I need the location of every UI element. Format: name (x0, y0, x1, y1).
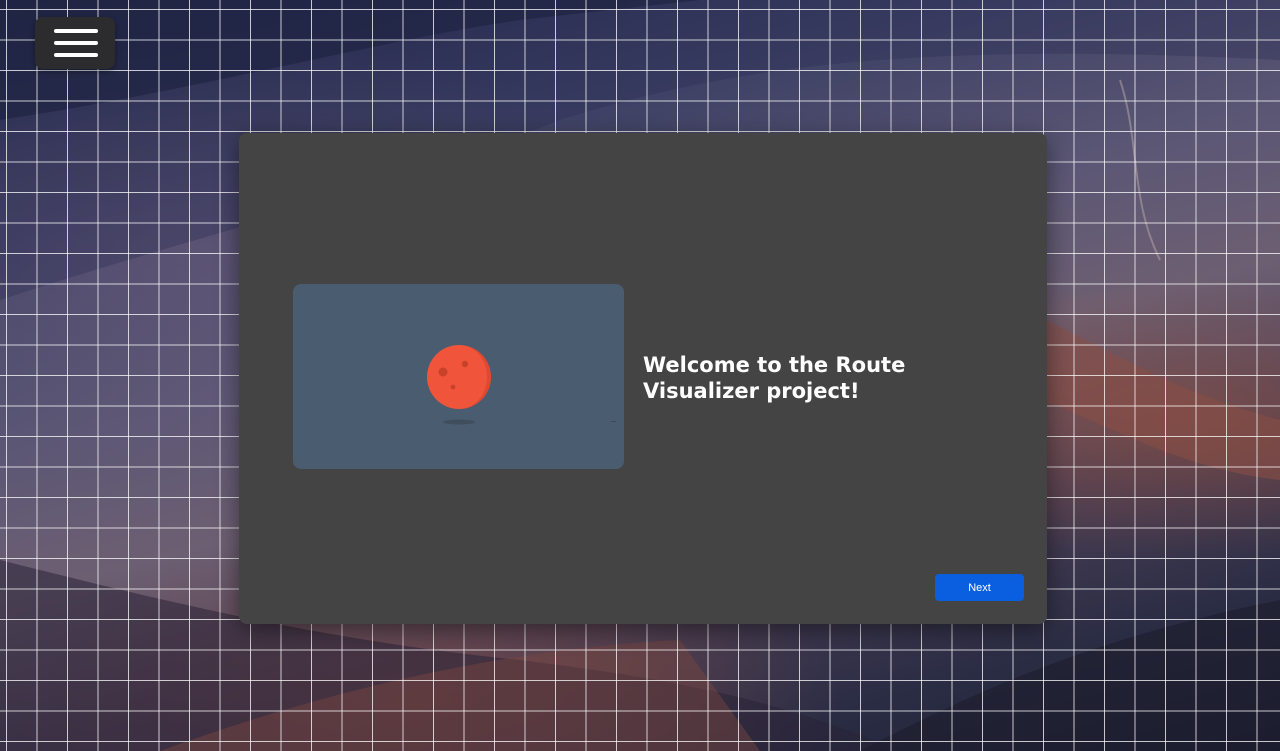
hamburger-menu-icon-bar (54, 41, 98, 45)
welcome-title: Welcome to the Route Visualizer project! (643, 353, 906, 403)
hamburger-menu-icon-bar (54, 53, 98, 57)
next-button[interactable]: Next (935, 574, 1024, 601)
hamburger-menu-icon (54, 29, 98, 33)
welcome-illustration (293, 284, 624, 469)
background-landscape: Welcome to the Route Visualizer project!… (0, 0, 1280, 751)
planet-icon (427, 345, 616, 425)
hamburger-menu-button[interactable] (35, 17, 115, 69)
welcome-modal: Welcome to the Route Visualizer project!… (239, 133, 1047, 624)
